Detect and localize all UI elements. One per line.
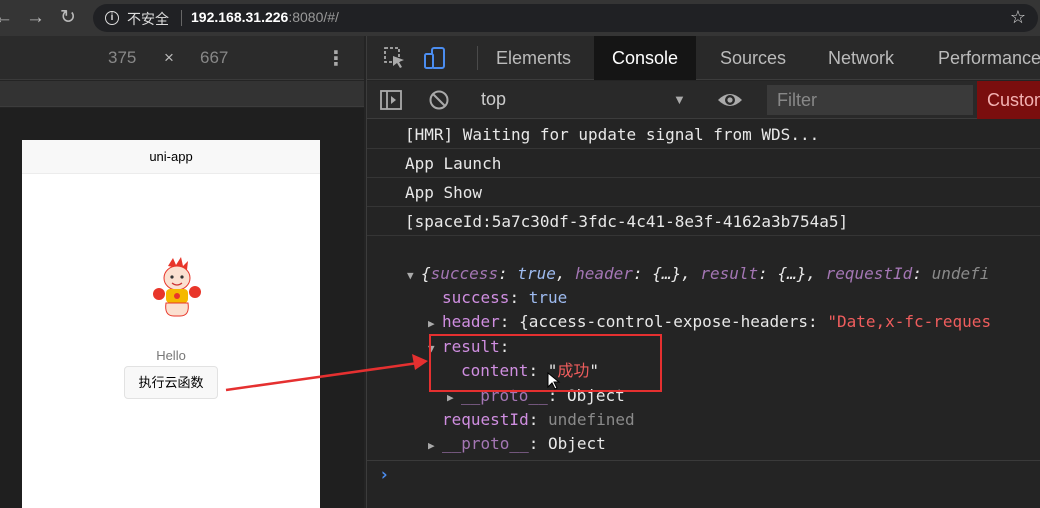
prompt-chevron-icon: › (379, 465, 390, 485)
success-key: success (442, 288, 510, 307)
security-label[interactable]: 不安全 (127, 9, 169, 29)
tab-console[interactable]: Console (594, 36, 697, 80)
preview-requestid-key: requestId (825, 264, 913, 283)
hello-text: Hello (156, 348, 186, 363)
tab-elements[interactable]: Elements (496, 36, 571, 80)
devtools-tabbar: Elements Console Sources Network Perform… (367, 36, 1040, 80)
phone-nav-title: uni-app (22, 140, 320, 174)
star-icon[interactable]: ☆ (1010, 7, 1026, 28)
preview-requestid-value: undefi (931, 264, 990, 283)
header-key: header (442, 312, 500, 331)
preview-success-value: true (517, 264, 556, 283)
custom-levels-dropdown[interactable]: Custom levels (977, 81, 1040, 119)
back-arrow-icon[interactable]: ← (0, 6, 13, 30)
device-ruler (0, 81, 364, 107)
log-message: [HMR] Waiting for update signal from WDS… (367, 120, 1040, 149)
tab-performance[interactable]: Performance (938, 36, 1040, 80)
sidebar-toggle-icon[interactable] (379, 88, 403, 112)
dimension-times: × (164, 48, 174, 67)
collapsed-triangle-icon[interactable]: ▶ (428, 434, 442, 458)
preview-result-value: {…} (777, 264, 807, 283)
tabbar-divider (477, 46, 478, 70)
eye-icon[interactable] (717, 90, 743, 110)
header-preview-string: "Date,x-fc-reques (827, 312, 992, 331)
devtools-panel: Elements Console Sources Network Perform… (366, 36, 1040, 508)
clear-console-icon[interactable] (427, 88, 451, 112)
tree-row-success: success: true (442, 288, 568, 307)
phone-viewport: uni-app Hello 执行云函数 (22, 140, 320, 508)
tab-sources[interactable]: Sources (720, 36, 786, 80)
device-width[interactable]: 375 (108, 48, 136, 68)
log-message: App Show (367, 178, 1040, 207)
url-path: :8080/#/ (288, 9, 339, 25)
expanded-triangle-icon[interactable]: ▼ (407, 264, 421, 288)
requestid-value: undefined (547, 410, 635, 429)
url-host: 192.168.31.226 (191, 9, 289, 25)
proto-key: __proto__ (442, 434, 529, 453)
tree-row-header[interactable]: ▶ header: {access-control-expose-headers:… (428, 310, 991, 336)
tree-row-requestid: requestId: undefined (442, 410, 635, 429)
console-output: [HMR] Waiting for update signal from WDS… (367, 120, 1040, 508)
more-vert-icon[interactable]: ⋮ (326, 46, 346, 71)
uni-app-logo-icon (153, 257, 201, 317)
preview-success-key: success (430, 264, 499, 283)
requestid-key: requestId (442, 410, 529, 429)
context-selector[interactable]: top (481, 89, 506, 110)
call-cloud-function-button[interactable]: 执行云函数 (124, 366, 218, 399)
reload-icon[interactable]: ↻ (60, 6, 76, 30)
info-icon[interactable]: i (105, 11, 119, 25)
highlight-box (429, 334, 662, 392)
address-bar[interactable]: i 不安全 192.168.31.226:8080/#/ ☆ (93, 4, 1038, 32)
url-text[interactable]: 192.168.31.226:8080/#/ (191, 9, 339, 25)
success-value: true (528, 288, 568, 307)
inspect-element-icon[interactable] (383, 46, 407, 70)
collapsed-triangle-icon[interactable]: ▶ (428, 312, 442, 336)
preview-header-key: header (575, 264, 633, 283)
proto-value: Object (547, 434, 606, 453)
filter-input[interactable] (767, 85, 973, 115)
preview-result-key: result (700, 264, 759, 283)
preview-header-value: {…} (652, 264, 682, 283)
mouse-cursor-icon (547, 372, 561, 390)
log-message: [spaceId:5a7c30df-3fdc-4c41-8e3f-4162a3b… (367, 207, 1040, 236)
log-message: App Launch (367, 149, 1040, 178)
header-preview: {access-control-expose-headers: (519, 312, 828, 331)
device-height[interactable]: 667 (200, 48, 228, 68)
browser-toolbar: ← → ↻ i 不安全 192.168.31.226:8080/#/ ☆ (0, 0, 1040, 36)
device-toggle-icon[interactable] (423, 46, 447, 70)
object-preview[interactable]: ▼ {success: true, header: {…}, result: {…… (407, 262, 989, 288)
device-toolbar: 375 × 667 ⋮ (0, 36, 364, 80)
tab-network[interactable]: Network (828, 36, 894, 80)
tree-row-proto[interactable]: ▶ __proto__: Object (428, 432, 606, 458)
omnibox-divider (181, 10, 182, 26)
console-prompt[interactable]: › (367, 460, 1040, 490)
chevron-down-icon[interactable]: ▼ (673, 92, 686, 107)
console-toolbar: top ▼ Custom levels (367, 81, 1040, 119)
forward-arrow-icon[interactable]: → (26, 6, 45, 30)
